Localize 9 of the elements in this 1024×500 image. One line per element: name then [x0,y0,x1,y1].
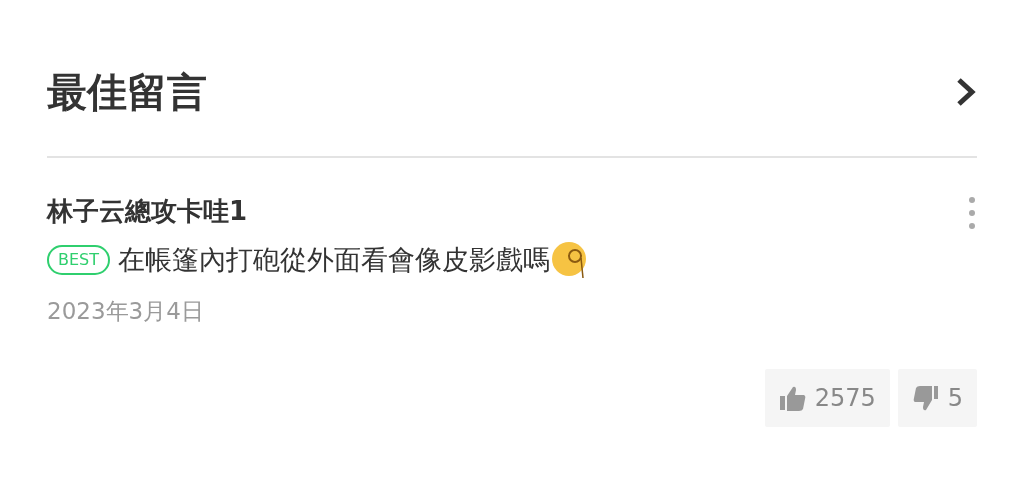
comment-author[interactable]: 林子云總攻卡哇1 [47,196,248,228]
comment-text: 在帳篷內打砲從外面看會像皮影戲嗎 [118,243,550,277]
best-badge: BEST [47,244,110,276]
dislike-button[interactable]: 5 [897,368,977,427]
chevron-right-icon[interactable] [955,77,977,107]
comment-date: 2023年3月4日 [47,297,205,326]
like-button[interactable]: 2575 [764,368,890,427]
thumbs-down-icon [911,383,940,412]
section-title: 最佳留言 [47,72,207,112]
